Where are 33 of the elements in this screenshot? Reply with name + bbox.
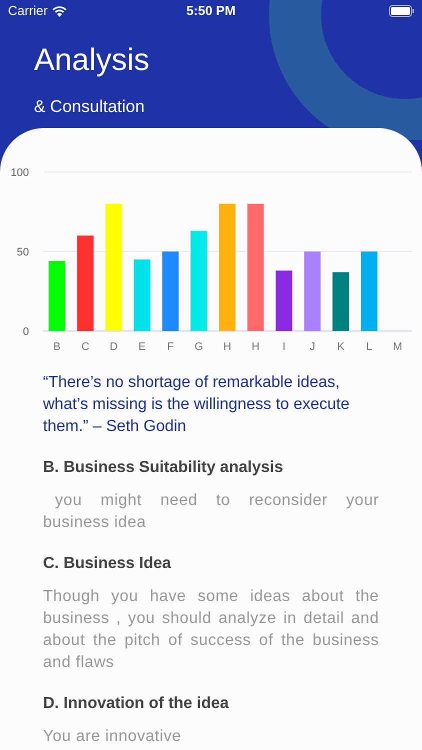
wifi-icon: [52, 6, 67, 16]
x-tick-label: D: [110, 341, 118, 353]
x-tick-label: K: [337, 341, 344, 353]
carrier-label: Carrier: [8, 2, 48, 20]
bar: [134, 259, 150, 331]
bar: [332, 272, 349, 331]
section-body: You are innovative: [43, 727, 182, 747]
section-heading: D. Innovation of the idea: [43, 694, 230, 714]
x-tick-label: C: [81, 341, 90, 353]
time-label: 5:50 PM: [186, 2, 236, 20]
x-tick-label: L: [366, 341, 372, 353]
x-tick-label: H: [252, 341, 260, 353]
section-heading: C. Business Idea: [43, 554, 172, 574]
y-tick-label: 50: [16, 246, 29, 258]
x-tick-label: G: [194, 341, 204, 353]
x-tick-label: B: [53, 341, 61, 353]
bar: [276, 270, 292, 331]
x-tick-label: H: [223, 341, 232, 353]
section-heading: B. Business Suitability analysis: [43, 458, 284, 478]
x-tick-label: M: [392, 341, 402, 353]
battery-icon: [389, 5, 414, 17]
page-title: Analysis: [34, 41, 150, 79]
y-tick-label: 100: [10, 167, 29, 179]
page-subtitle: & Consultation: [34, 96, 146, 118]
bar: [48, 261, 66, 331]
y-tick-label: 0: [22, 326, 29, 338]
x-tick-label: E: [138, 341, 146, 353]
x-tick-label: F: [167, 341, 174, 353]
quote-text: “There’s no shortage of remarkable ideas, what’s missing is the willingness to execute them.” – Seth Godin: [42, 373, 351, 437]
section-body: Though you have some ideas about the business , you should analyze in detail and about the pitch of success of the business and flaws: [43, 587, 379, 673]
x-tick-label: I: [282, 341, 286, 353]
x-tick-label: J: [310, 341, 316, 353]
section-body: you might need to reconsider your business idea: [43, 491, 379, 533]
